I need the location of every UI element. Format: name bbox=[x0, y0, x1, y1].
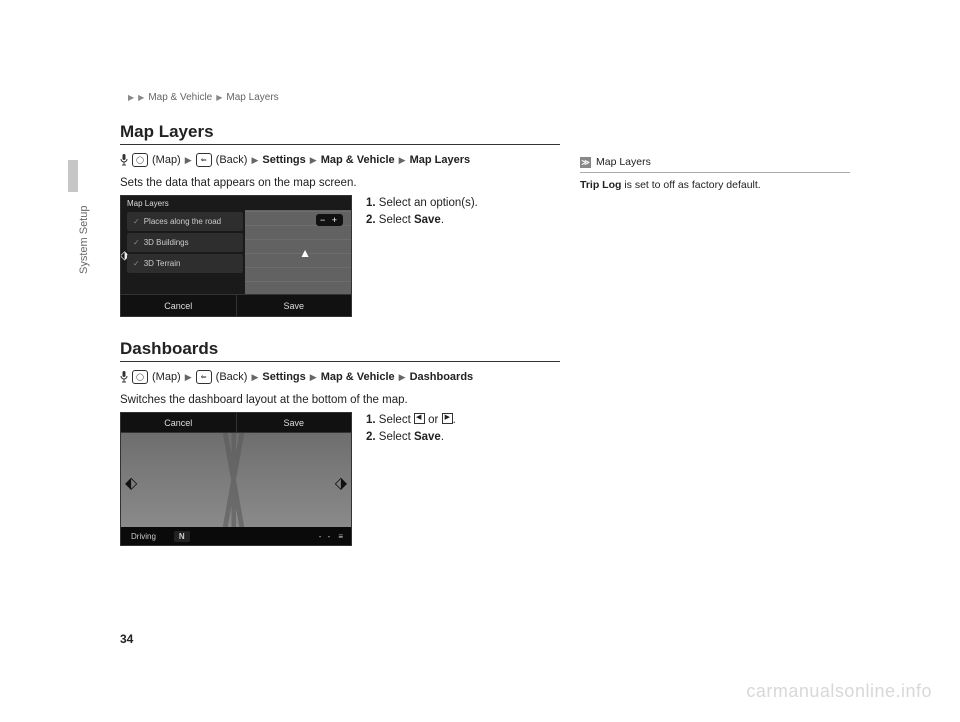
screenshot-dashboards: Cancel Save ⬖ ⬗ Driving N - - ≡ bbox=[120, 412, 352, 546]
left-arrow-icon: ⬖ bbox=[125, 473, 137, 493]
voice-icon bbox=[120, 154, 128, 166]
nav-label: Settings bbox=[262, 154, 305, 166]
step: 1. Select an option(s). bbox=[366, 195, 478, 212]
shot-title: Map Layers bbox=[121, 196, 351, 211]
screenshot-map-layers: Map Layers ⬗ Places along the road 3D Bu… bbox=[120, 195, 352, 317]
page-number: 34 bbox=[120, 632, 133, 646]
button-bar: Cancel Save bbox=[121, 294, 351, 316]
step-number: 1. bbox=[366, 197, 376, 209]
right-arrow-box-icon bbox=[442, 413, 453, 424]
step-text: . bbox=[441, 431, 444, 443]
nav-label: (Map) bbox=[152, 154, 181, 166]
step: 2. Select Save. bbox=[366, 212, 478, 229]
step-text: Select bbox=[379, 431, 414, 443]
step-text: Select bbox=[379, 214, 414, 226]
nav-label: Map & Vehicle bbox=[321, 154, 395, 166]
nav-label: Settings bbox=[262, 371, 305, 383]
step-keyword: Save bbox=[414, 431, 441, 443]
breadcrumb-part: Map & Vehicle bbox=[148, 92, 212, 103]
chevron-right-icon: ▶ bbox=[185, 372, 192, 383]
note-icon: ≫ bbox=[580, 157, 591, 168]
step-number: 1. bbox=[366, 414, 376, 426]
chevron-right-icon: ▶ bbox=[310, 372, 317, 383]
section-description: Switches the dashboard layout at the bot… bbox=[120, 394, 560, 406]
driving-label: Driving bbox=[131, 532, 156, 541]
nav-path: (Map) ▶ (Back) ▶ Settings ▶ Map & Vehicl… bbox=[120, 153, 560, 167]
save-button: Save bbox=[236, 413, 352, 433]
chevron-right-icon: ▶ bbox=[138, 93, 144, 102]
step-text: . bbox=[441, 214, 444, 226]
layer-item: Places along the road bbox=[127, 212, 243, 231]
cursor-icon: ▲ bbox=[299, 246, 311, 260]
nav-label: Dashboards bbox=[410, 371, 474, 383]
nav-label: (Back) bbox=[216, 154, 248, 166]
map-icon bbox=[132, 153, 148, 167]
voice-icon bbox=[120, 371, 128, 383]
note-title: Map Layers bbox=[596, 156, 651, 168]
top-bar: Cancel Save bbox=[121, 413, 351, 433]
step-text: . bbox=[453, 414, 456, 426]
menu-icon: ≡ bbox=[338, 532, 343, 541]
step-number: 2. bbox=[366, 214, 376, 226]
chevron-right-icon: ▶ bbox=[185, 155, 192, 166]
section-description: Sets the data that appears on the map sc… bbox=[120, 177, 560, 189]
nav-label: Map & Vehicle bbox=[321, 371, 395, 383]
steps: 1. Select an option(s). 2. Select Save. bbox=[366, 195, 478, 228]
figure-row: Cancel Save ⬖ ⬗ Driving N - - ≡ 1. Selec… bbox=[120, 412, 560, 546]
manual-page: ▶ ▶ Map & Vehicle ▶ Map Layers System Se… bbox=[0, 0, 960, 722]
step-text: Select bbox=[379, 414, 414, 426]
chevron-right-icon: ▶ bbox=[399, 372, 406, 383]
compass-n: N bbox=[174, 531, 190, 542]
step-keyword: Save bbox=[414, 214, 441, 226]
step-text: or bbox=[425, 414, 442, 426]
note-header: ≫ Map Layers bbox=[580, 156, 850, 168]
side-tab-marker bbox=[68, 160, 78, 192]
figure-row: Map Layers ⬗ Places along the road 3D Bu… bbox=[120, 195, 560, 317]
layer-list: Places along the road 3D Buildings 3D Te… bbox=[127, 212, 243, 275]
main-column: Map Layers (Map) ▶ (Back) ▶ Settings ▶ M… bbox=[120, 122, 560, 568]
layer-item: 3D Buildings bbox=[127, 233, 243, 252]
side-tab-label: System Setup bbox=[78, 206, 90, 274]
step-text: Select an option(s). bbox=[379, 197, 478, 209]
divider bbox=[580, 172, 850, 173]
nav-label: (Back) bbox=[216, 371, 248, 383]
chevron-right-icon: ▶ bbox=[251, 372, 258, 383]
step: 2. Select Save. bbox=[366, 429, 456, 446]
chevron-right-icon: ▶ bbox=[128, 93, 134, 102]
side-note: ≫ Map Layers Trip Log is set to off as f… bbox=[580, 156, 850, 191]
dashboard-bar: Driving N - - ≡ bbox=[121, 527, 351, 545]
map-icon bbox=[132, 370, 148, 384]
chevron-right-icon: ▶ bbox=[399, 155, 406, 166]
cancel-button: Cancel bbox=[121, 294, 236, 316]
step: 1. Select or . bbox=[366, 412, 456, 429]
note-keyword: Trip Log bbox=[580, 179, 621, 191]
nav-label: (Map) bbox=[152, 371, 181, 383]
left-arrow-box-icon bbox=[414, 413, 425, 424]
dash-value: - - bbox=[319, 532, 333, 541]
cancel-button: Cancel bbox=[121, 413, 236, 433]
chevron-right-icon: ▶ bbox=[310, 155, 317, 166]
right-arrow-icon: ⬗ bbox=[335, 473, 347, 493]
nav-path: (Map) ▶ (Back) ▶ Settings ▶ Map & Vehicl… bbox=[120, 370, 560, 384]
nav-label: Map Layers bbox=[410, 154, 471, 166]
note-body: Trip Log is set to off as factory defaul… bbox=[580, 179, 850, 191]
section-title-map-layers: Map Layers bbox=[120, 122, 560, 145]
layer-item: 3D Terrain bbox=[127, 254, 243, 273]
back-icon bbox=[196, 153, 212, 167]
section-title-dashboards: Dashboards bbox=[120, 339, 560, 362]
save-button: Save bbox=[236, 294, 352, 316]
chevron-right-icon: ▶ bbox=[251, 155, 258, 166]
breadcrumb: ▶ ▶ Map & Vehicle ▶ Map Layers bbox=[128, 92, 279, 103]
map-3d-preview bbox=[121, 433, 351, 527]
back-icon bbox=[196, 370, 212, 384]
breadcrumb-part: Map Layers bbox=[226, 92, 278, 103]
watermark: carmanualsonline.info bbox=[746, 681, 932, 702]
steps: 1. Select or . 2. Select Save. bbox=[366, 412, 456, 445]
zoom-control: − + bbox=[316, 214, 343, 226]
step-number: 2. bbox=[366, 431, 376, 443]
note-text: is set to off as factory default. bbox=[621, 179, 760, 191]
chevron-right-icon: ▶ bbox=[216, 93, 222, 102]
